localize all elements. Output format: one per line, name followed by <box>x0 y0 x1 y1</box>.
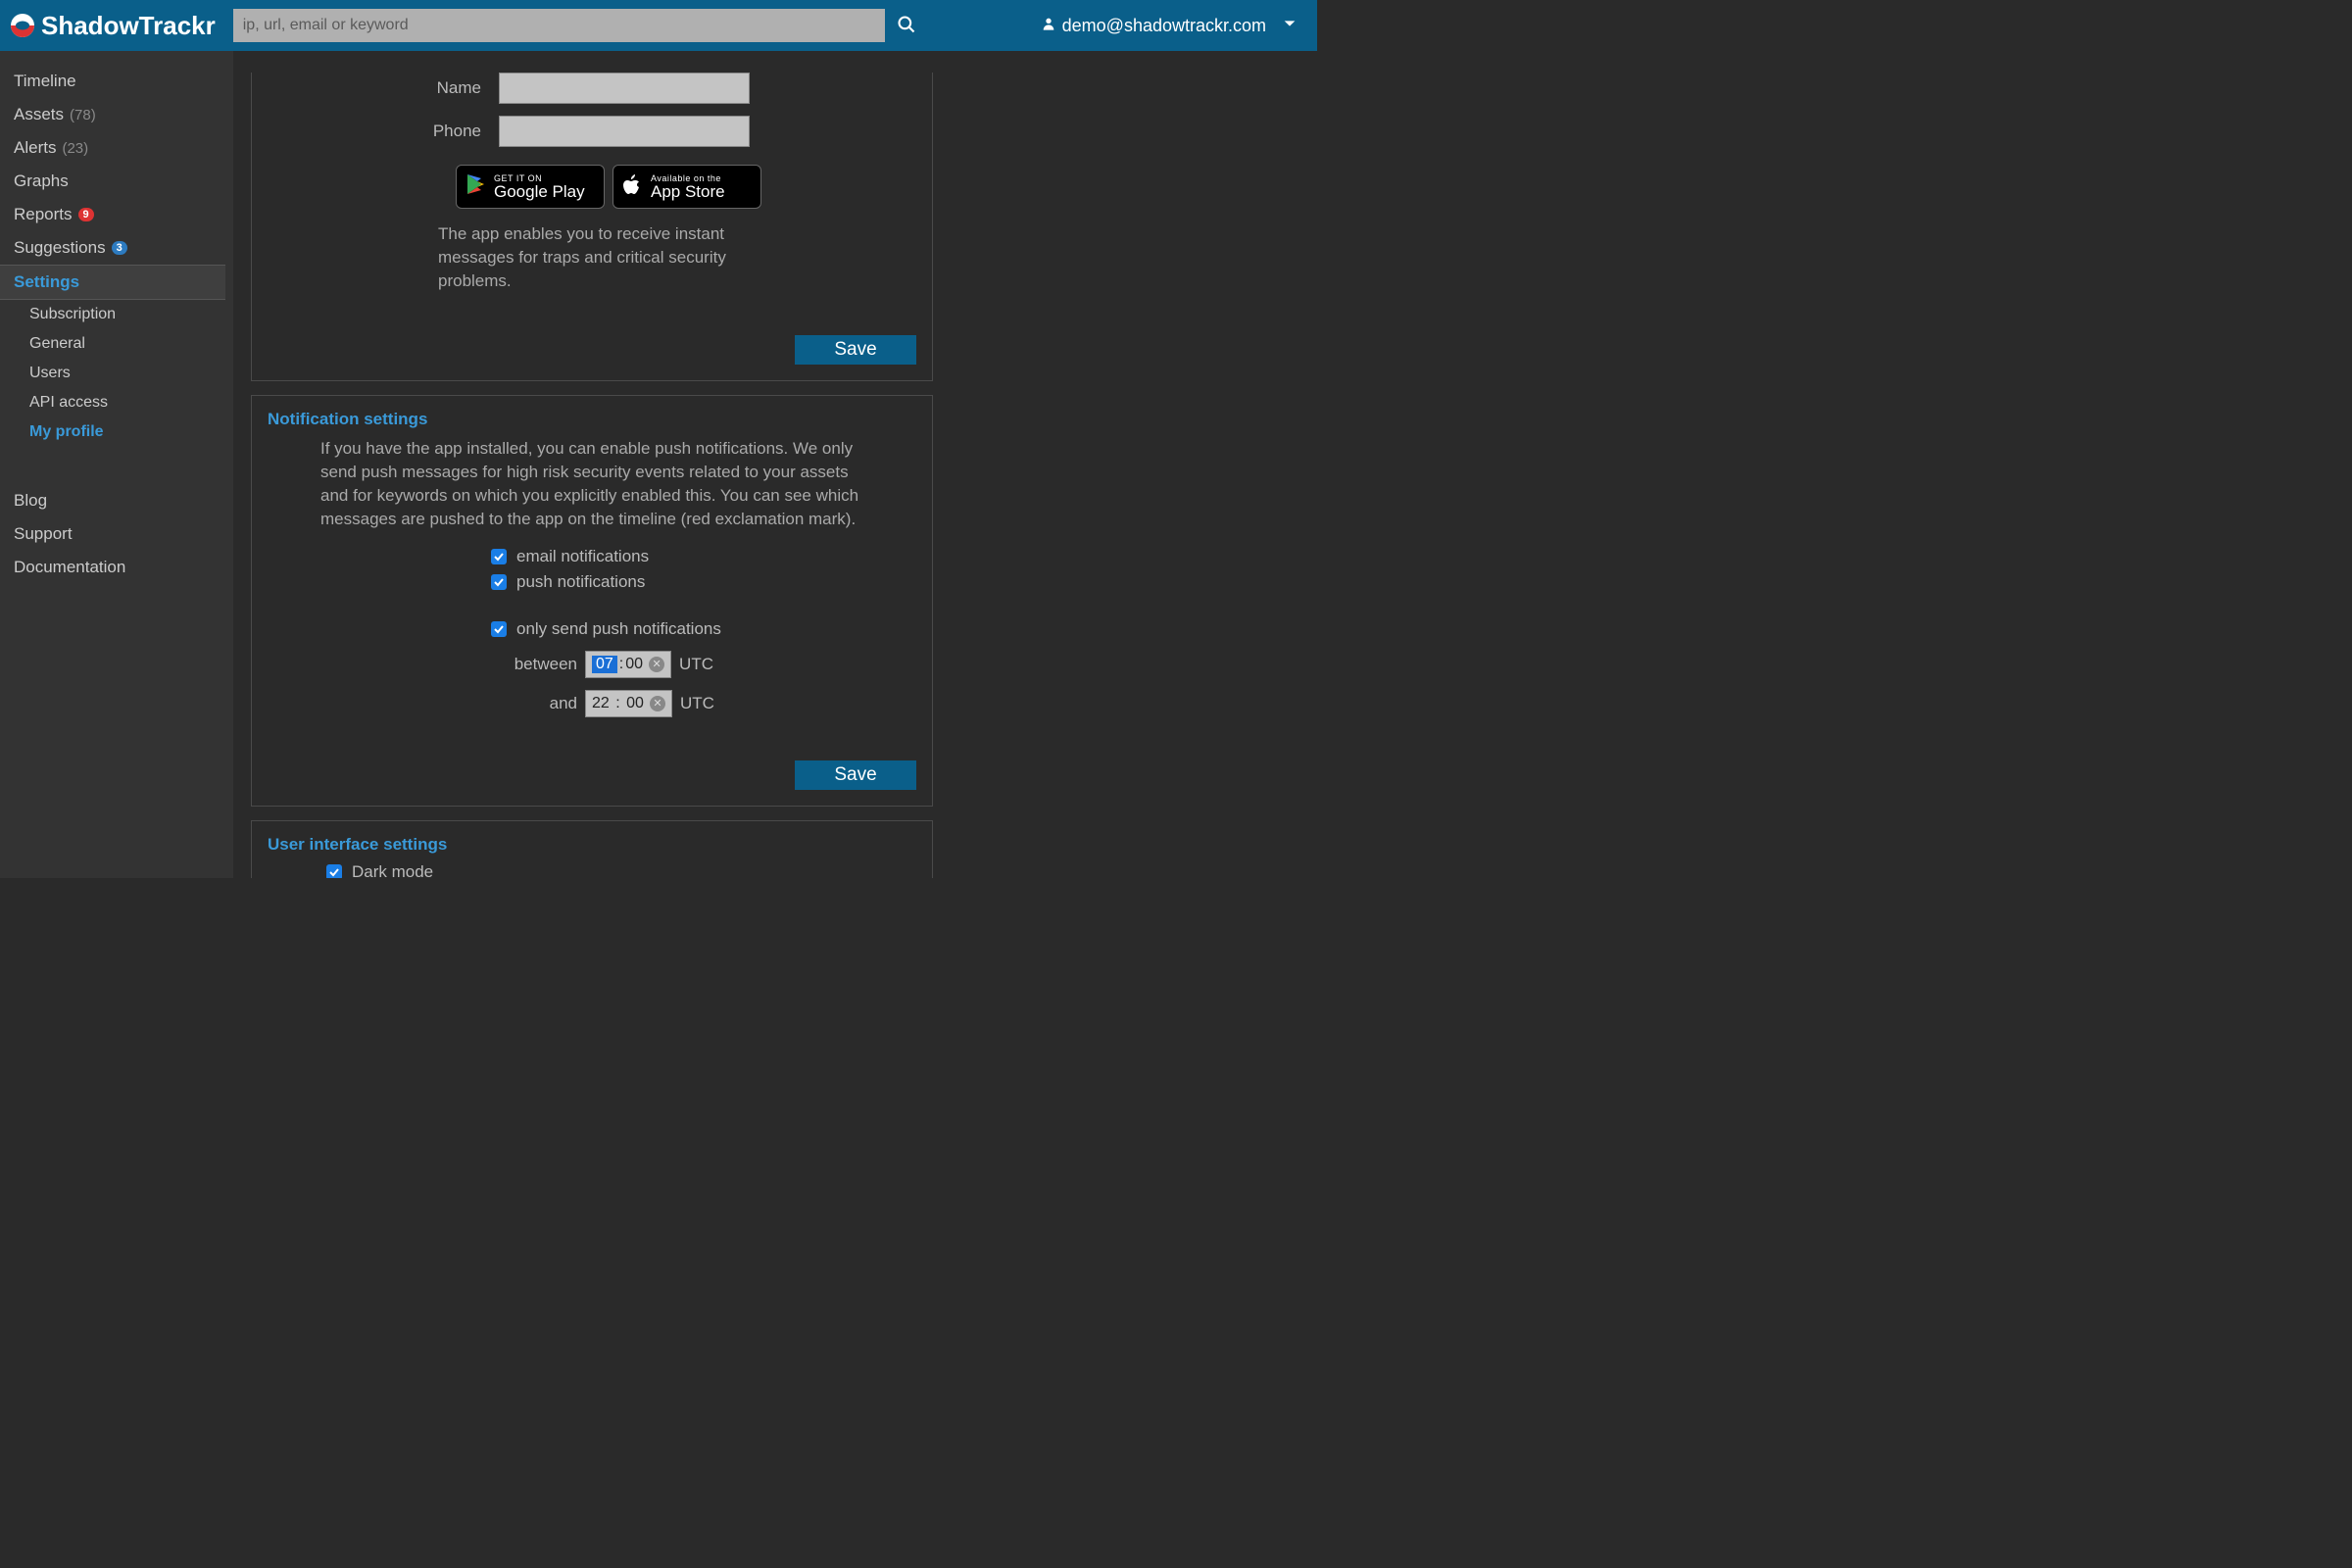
name-label: Name <box>268 78 499 98</box>
time-to-row: and 22 : 00 ✕ UTC <box>509 690 916 717</box>
save-notifications-button[interactable]: Save <box>795 760 916 790</box>
between-label: between <box>509 655 577 674</box>
google-play-icon <box>465 172 488 201</box>
app-store-line2: App Store <box>651 183 725 200</box>
sidebar-item-label: Timeline <box>14 72 76 91</box>
sidebar-item-assets[interactable]: Assets (78) <box>0 98 233 131</box>
time-to-input[interactable]: 22 : 00 ✕ <box>585 690 672 717</box>
settings-subnav: Subscription General Users API access My… <box>0 300 233 447</box>
email-notifications-checkbox[interactable] <box>491 549 507 564</box>
sidebar-item-label: Alerts <box>14 138 56 158</box>
user-menu[interactable]: demo@shadowtrackr.com <box>1041 16 1307 36</box>
sidebar-item-my-profile[interactable]: My profile <box>29 417 233 447</box>
sidebar-item-label: Blog <box>14 491 47 511</box>
email-notifications-label: email notifications <box>516 547 649 566</box>
phone-label: Phone <box>268 122 499 141</box>
sidebar: Timeline Assets (78) Alerts (23) Graphs … <box>0 51 233 878</box>
push-notifications-row: push notifications <box>491 572 916 592</box>
badge-count: 3 <box>112 241 127 255</box>
dark-mode-checkbox[interactable] <box>326 864 342 878</box>
brand-text: ShadowTrackr <box>41 11 216 41</box>
search-button[interactable] <box>897 15 916 37</box>
utc-label: UTC <box>680 694 714 713</box>
sidebar-item-label: My profile <box>29 423 104 441</box>
sidebar-item-label: Suggestions <box>14 238 106 258</box>
sidebar-item-count: (23) <box>62 140 88 157</box>
sidebar-item-alerts[interactable]: Alerts (23) <box>0 131 233 165</box>
push-notifications-label: push notifications <box>516 572 645 592</box>
time-from-input[interactable]: 07:00 ✕ <box>585 651 671 678</box>
phone-input[interactable] <box>499 116 750 147</box>
sidebar-item-timeline[interactable]: Timeline <box>0 65 233 98</box>
ui-settings-panel: User interface settings Dark mode <box>251 820 933 878</box>
time-to-hh[interactable]: 22 <box>592 695 610 712</box>
sidebar-item-label: Reports <box>14 205 73 224</box>
email-notifications-row: email notifications <box>491 547 916 566</box>
sidebar-item-label: Assets <box>14 105 64 124</box>
save-profile-button[interactable]: Save <box>795 335 916 365</box>
search-input[interactable] <box>233 9 885 42</box>
user-email: demo@shadowtrackr.com <box>1062 16 1266 36</box>
google-play-line2: Google Play <box>494 183 585 200</box>
sidebar-item-general[interactable]: General <box>29 329 233 359</box>
logo-icon <box>10 13 35 38</box>
app-description: The app enables you to receive instant m… <box>438 222 791 292</box>
only-send-label: only send push notifications <box>516 619 721 639</box>
logo[interactable]: ShadowTrackr <box>10 11 216 41</box>
time-from-hh[interactable]: 07 <box>592 656 617 673</box>
sidebar-item-suggestions[interactable]: Suggestions 3 <box>0 231 233 265</box>
search-icon <box>897 23 916 37</box>
sidebar-item-label: API access <box>29 394 108 412</box>
sidebar-item-graphs[interactable]: Graphs <box>0 165 233 198</box>
notification-panel: Notification settings If you have the ap… <box>251 395 933 806</box>
sidebar-item-users[interactable]: Users <box>29 359 233 388</box>
time-to-mm[interactable]: 00 <box>626 695 644 712</box>
sidebar-item-label: Graphs <box>14 172 69 191</box>
sidebar-item-label: Support <box>14 524 73 544</box>
store-badges: GET IT ON Google Play Available on the A… <box>456 165 916 209</box>
utc-label: UTC <box>679 655 713 674</box>
sidebar-item-label: Settings <box>14 272 79 292</box>
ui-settings-title: User interface settings <box>268 835 916 855</box>
main-content: Name Phone GET IT ON Google Play <box>233 51 1317 878</box>
sidebar-item-label: Documentation <box>14 558 125 577</box>
clear-time-icon[interactable]: ✕ <box>650 696 665 711</box>
sidebar-item-count: (78) <box>70 107 96 123</box>
sidebar-item-label: General <box>29 335 85 353</box>
topbar: ShadowTrackr demo@shadowtrackr.com <box>0 0 1317 51</box>
sidebar-item-support[interactable]: Support <box>0 517 233 551</box>
apple-icon <box>621 172 645 201</box>
name-input[interactable] <box>499 73 750 104</box>
and-label: and <box>509 694 577 713</box>
sidebar-item-settings[interactable]: Settings <box>0 265 225 300</box>
only-send-row: only send push notifications <box>491 619 916 639</box>
sidebar-item-subscription[interactable]: Subscription <box>29 300 233 329</box>
notification-description: If you have the app installed, you can e… <box>320 437 869 530</box>
sidebar-item-label: Subscription <box>29 306 116 323</box>
notification-title: Notification settings <box>268 410 916 429</box>
profile-panel: Name Phone GET IT ON Google Play <box>251 73 933 381</box>
sidebar-item-blog[interactable]: Blog <box>0 484 233 517</box>
dark-mode-row: Dark mode <box>326 862 916 878</box>
sidebar-item-label: Users <box>29 365 71 382</box>
time-from-row: between 07:00 ✕ UTC <box>509 651 916 678</box>
only-send-checkbox[interactable] <box>491 621 507 637</box>
app-store-badge[interactable]: Available on the App Store <box>612 165 761 209</box>
sidebar-item-documentation[interactable]: Documentation <box>0 551 233 584</box>
user-icon <box>1041 16 1056 36</box>
push-notifications-checkbox[interactable] <box>491 574 507 590</box>
google-play-badge[interactable]: GET IT ON Google Play <box>456 165 605 209</box>
sidebar-item-api-access[interactable]: API access <box>29 388 233 417</box>
badge-count: 9 <box>78 208 94 221</box>
sidebar-item-reports[interactable]: Reports 9 <box>0 198 233 231</box>
chevron-down-icon <box>1282 16 1298 36</box>
dark-mode-label: Dark mode <box>352 862 433 878</box>
clear-time-icon[interactable]: ✕ <box>649 657 664 672</box>
time-from-mm[interactable]: 00 <box>625 656 643 673</box>
